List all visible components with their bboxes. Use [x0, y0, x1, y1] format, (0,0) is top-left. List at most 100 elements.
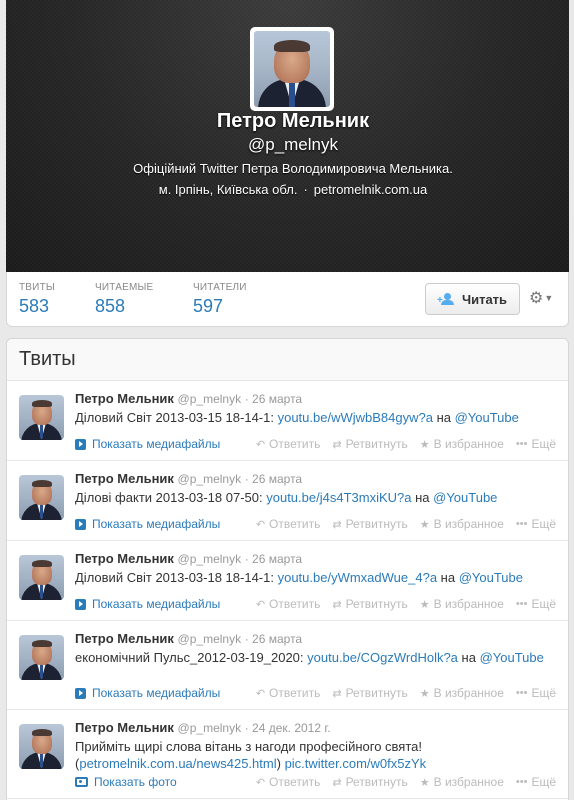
tweet-author-name[interactable]: Петро Мельник [75, 631, 174, 646]
tweet-item[interactable]: Петро Мельник @p_melnyk · 26 марта еконо… [7, 621, 568, 710]
stats-bar: ТВИТЫ 583 ЧИТАЕМЫЕ 858 ЧИТАТЕЛИ 597 + Чи… [6, 272, 569, 327]
tweet-avatar[interactable] [19, 475, 64, 520]
reply-button[interactable]: ↶ Ответить [256, 775, 321, 789]
tweet-author-handle[interactable]: @p_melnyk [178, 632, 242, 646]
tweet-author-handle[interactable]: @p_melnyk [178, 392, 242, 406]
chevron-down-icon: ▼ [544, 293, 554, 303]
more-icon: ••• [515, 518, 528, 530]
tweet-date[interactable]: · 26 марта [245, 632, 302, 646]
tweet-author-handle[interactable]: @p_melnyk [178, 721, 242, 735]
profile-header: Петро Мельник @p_melnyk Офіційний Twitte… [6, 0, 569, 272]
tweet-item[interactable]: Петро Мельник @p_melnyk · 24 дек. 2012 г… [7, 710, 568, 799]
reply-button[interactable]: ↶ Ответить [256, 437, 321, 451]
tweet-author-name[interactable]: Петро Мельник [75, 720, 174, 735]
favorite-button[interactable]: ★ В избранное [420, 517, 504, 531]
star-icon: ★ [419, 598, 430, 611]
profile-location: м. Ірпінь, Київська обл. [158, 182, 298, 197]
show-media-button[interactable]: Показать фото [75, 775, 177, 789]
tweet-header: Петро Мельник @p_melnyk · 26 марта [75, 471, 302, 486]
tweet-link-secondary[interactable]: @YouTube [433, 490, 497, 505]
favorite-button[interactable]: ★ В избранное [420, 686, 504, 700]
retweet-button[interactable]: ⇄ Ретвитнуть [332, 775, 407, 789]
tweet-text: Діловий Світ 2013-03-15 18-14-1: youtu.b… [75, 410, 519, 425]
tweet-actions: ↶ Ответить ⇄ Ретвитнуть ★ В избранное ••• Ещ… [256, 775, 556, 789]
tweet-item[interactable]: Петро Мельник @p_melnyk · 26 марта Ділов… [7, 541, 568, 621]
favorite-button[interactable]: ★ В избранное [420, 597, 504, 611]
tweet-avatar[interactable] [19, 555, 64, 600]
tweet-link-secondary[interactable]: @YouTube [455, 410, 519, 425]
tweet-header: Петро Мельник @p_melnyk · 24 дек. 2012 г… [75, 720, 331, 735]
tweet-author-handle[interactable]: @p_melnyk [178, 552, 242, 566]
tweet-avatar[interactable] [19, 395, 64, 440]
tweet-actions: ↶ Ответить ⇄ Ретвитнуть ★ В избранное ••• Ещ… [256, 686, 556, 700]
tweet-header: Петро Мельник @p_melnyk · 26 марта [75, 631, 302, 646]
reply-button[interactable]: ↶ Ответить [256, 686, 321, 700]
reply-button[interactable]: ↶ Ответить [256, 597, 321, 611]
settings-menu-button[interactable]: ⚙ ▼ [529, 288, 553, 308]
more-button[interactable]: ••• Ещё [516, 686, 556, 700]
add-user-icon: + [437, 293, 456, 306]
retweet-button[interactable]: ⇄ Ретвитнуть [332, 517, 407, 531]
stat-following[interactable]: ЧИТАЕМЫЕ 858 [95, 282, 153, 317]
reply-button[interactable]: ↶ Ответить [256, 517, 321, 531]
tweet-link-secondary[interactable]: pic.twitter.com/w0fx5zYk [285, 756, 427, 771]
tweet-text: Прийміть щирі слова вітань з нагоди проф… [75, 739, 427, 771]
play-icon [75, 518, 86, 530]
retweet-icon: ⇄ [332, 438, 342, 451]
tweet-link-secondary[interactable]: @YouTube [459, 570, 523, 585]
tweet-link[interactable]: youtu.be/COgzWrdHolk?a [307, 650, 458, 665]
retweet-icon: ⇄ [332, 598, 342, 611]
retweet-button[interactable]: ⇄ Ретвитнуть [332, 437, 407, 451]
retweet-button[interactable]: ⇄ Ретвитнуть [332, 597, 407, 611]
tweet-header: Петро Мельник @p_melnyk · 26 марта [75, 391, 302, 406]
favorite-button[interactable]: ★ В избранное [420, 437, 504, 451]
tweet-date[interactable]: · 26 марта [245, 472, 302, 486]
more-button[interactable]: ••• Ещё [516, 517, 556, 531]
tweet-author-name[interactable]: Петро Мельник [75, 471, 174, 486]
tweet-text: Ділові факти 2013-03-18 07-50: youtu.be/… [75, 490, 498, 505]
tweet-author-name[interactable]: Петро Мельник [75, 391, 174, 406]
show-media-button[interactable]: Показать медиафайлы [75, 686, 220, 700]
star-icon: ★ [419, 776, 430, 789]
tweets-panel: Твиты Петро Мельник @p_melnyk · 26 марта… [6, 338, 569, 800]
gear-icon: ⚙ [529, 290, 544, 307]
tweet-actions: ↶ Ответить ⇄ Ретвитнуть ★ В избранное ••• Ещ… [256, 597, 556, 611]
tweet-avatar[interactable] [19, 724, 64, 769]
tweet-date[interactable]: · 26 марта [245, 552, 302, 566]
tweet-text: Діловий Світ 2013-03-18 18-14-1: youtu.b… [75, 570, 523, 585]
play-icon [75, 687, 86, 699]
stat-tweets[interactable]: ТВИТЫ 583 [19, 282, 55, 317]
tweet-item[interactable]: Петро Мельник @p_melnyk · 26 марта Ділов… [7, 381, 568, 461]
profile-avatar[interactable] [250, 27, 334, 111]
tweet-link[interactable]: youtu.be/j4s4T3mxiKU?a [266, 490, 411, 505]
tweet-link[interactable]: petromelnik.com.ua/news425.html [79, 756, 276, 771]
tweet-author-handle[interactable]: @p_melnyk [178, 472, 242, 486]
show-media-button[interactable]: Показать медиафайлы [75, 437, 220, 451]
profile-handle: @p_melnyk [247, 135, 338, 154]
more-button[interactable]: ••• Ещё [516, 597, 556, 611]
favorite-button[interactable]: ★ В избранное [420, 775, 504, 789]
retweet-button[interactable]: ⇄ Ретвитнуть [332, 686, 407, 700]
stat-followers[interactable]: ЧИТАТЕЛИ 597 [193, 282, 247, 317]
tweet-link[interactable]: youtu.be/yWmxadWue_4?a [278, 570, 437, 585]
play-icon [75, 438, 86, 450]
tweet-link[interactable]: youtu.be/wWjwbB84gyw?a [278, 410, 433, 425]
tweet-date[interactable]: · 24 дек. 2012 г. [245, 721, 331, 735]
more-button[interactable]: ••• Ещё [516, 775, 556, 789]
more-icon: ••• [515, 438, 528, 450]
tweet-header: Петро Мельник @p_melnyk · 26 марта [75, 551, 302, 566]
profile-website-link[interactable]: petromelnik.com.ua [314, 182, 427, 197]
retweet-icon: ⇄ [332, 687, 342, 700]
show-media-button[interactable]: Показать медиафайлы [75, 597, 220, 611]
tweet-link-secondary[interactable]: @YouTube [480, 650, 544, 665]
more-icon: ••• [515, 687, 528, 699]
tweet-author-name[interactable]: Петро Мельник [75, 551, 174, 566]
tweet-avatar[interactable] [19, 635, 64, 680]
profile-meta: м. Ірпінь, Київська обл. · petromelnik.com… [158, 182, 428, 197]
more-button[interactable]: ••• Ещё [516, 437, 556, 451]
follow-button[interactable]: + Читать [425, 283, 520, 315]
retweet-icon: ⇄ [332, 776, 342, 789]
show-media-button[interactable]: Показать медиафайлы [75, 517, 220, 531]
tweet-item[interactable]: Петро Мельник @p_melnyk · 26 марта Ділов… [7, 461, 568, 541]
tweet-date[interactable]: · 26 марта [245, 392, 302, 406]
